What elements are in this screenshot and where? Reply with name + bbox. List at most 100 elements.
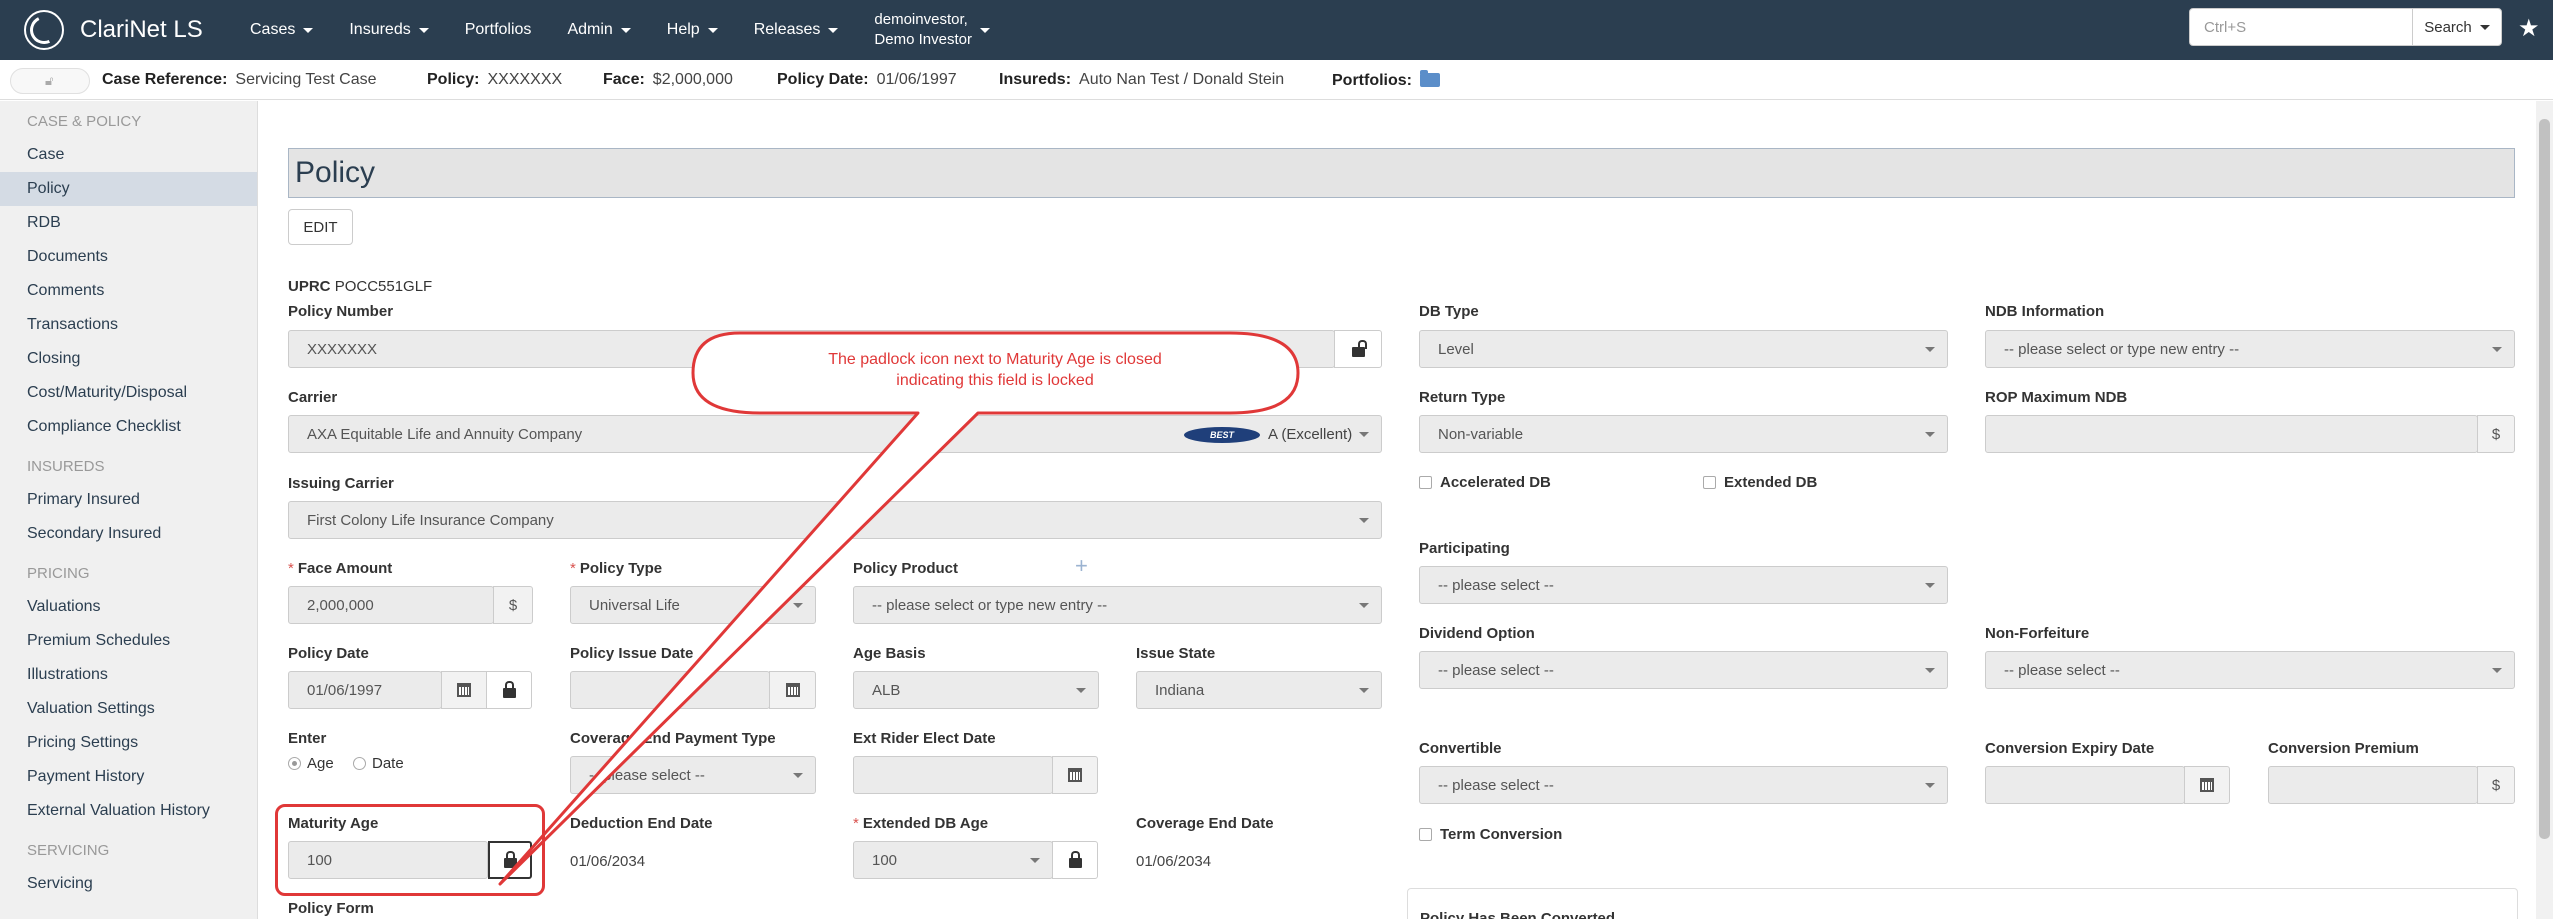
non-forfeiture-select[interactable]: -- please select --: [1985, 651, 2515, 689]
sidebar-item-transactions[interactable]: Transactions: [0, 308, 257, 342]
sidebar-item-premium-schedules[interactable]: Premium Schedules: [0, 624, 257, 658]
sidebar-item-closing[interactable]: Closing: [0, 342, 257, 376]
extended-db-age-select[interactable]: 100: [853, 841, 1053, 879]
policy-issue-date-calendar-button[interactable]: [769, 671, 816, 709]
search-button[interactable]: Search: [2412, 8, 2502, 46]
conversion-expiry-date-field[interactable]: [1985, 766, 2185, 804]
face-amount-field[interactable]: 2,000,000: [288, 586, 494, 624]
sidebar-item-secondary-insured[interactable]: Secondary Insured: [0, 517, 257, 551]
deduction-end-date-label: Deduction End Date: [570, 815, 713, 832]
rop-maximum-ndb-field[interactable]: [1985, 415, 2478, 453]
extended-db-age-label: * Extended DB Age: [853, 815, 989, 832]
sidebar-item-case[interactable]: Case: [0, 138, 257, 172]
case-face: Face: $2,000,000: [603, 71, 733, 88]
case-policy: Policy: XXXXXXX: [427, 71, 563, 88]
nav-portfolios[interactable]: Portfolios: [447, 0, 550, 60]
age-basis-select[interactable]: ALB: [853, 671, 1099, 709]
scroll-thumb[interactable]: [2539, 119, 2550, 839]
sidebar-item-primary-insured[interactable]: Primary Insured: [0, 483, 257, 517]
annotation-text: The padlock icon next to Maturity Age is…: [828, 351, 1162, 389]
unlock-icon: [1351, 340, 1367, 357]
star-icon[interactable]: ★: [2518, 14, 2540, 43]
folder-icon[interactable]: [1420, 70, 1440, 87]
sidebar-item-payment-history[interactable]: Payment History: [0, 760, 257, 794]
return-type-select[interactable]: Non-variable: [1419, 415, 1948, 453]
issue-state-label: Issue State: [1136, 645, 1216, 662]
sidebar-item-compliance-checklist[interactable]: Compliance Checklist: [0, 410, 257, 444]
page-scrollbar[interactable]: [2536, 101, 2553, 919]
sidebar-section-servicing: SERVICING: [27, 842, 110, 859]
calendar-icon: [2200, 778, 2214, 792]
accelerated-db-checkbox[interactable]: Accelerated DB: [1419, 474, 1551, 491]
caret-down-icon: [418, 27, 429, 33]
nav-cases[interactable]: Cases: [232, 0, 331, 60]
policy-number-lock-button[interactable]: [1334, 330, 1382, 368]
ndb-information-select[interactable]: -- please select or type new entry --: [1985, 330, 2515, 368]
caret-down-icon: [2479, 24, 2490, 30]
dividend-option-select[interactable]: -- please select --: [1419, 651, 1948, 689]
am-best-logo-icon: BEST: [1184, 426, 1260, 443]
ext-rider-elect-date-label: Ext Rider Elect Date: [853, 730, 996, 747]
policy-type-select[interactable]: Universal Life: [570, 586, 816, 624]
return-type-label: Return Type: [1419, 389, 1506, 406]
edit-button[interactable]: EDIT: [288, 209, 353, 245]
sidebar-item-pricing-settings[interactable]: Pricing Settings: [0, 726, 257, 760]
issue-state-select[interactable]: Indiana: [1136, 671, 1382, 709]
participating-select[interactable]: -- please select --: [1419, 566, 1948, 604]
sidebar-item-cost-maturity-disposal[interactable]: Cost/Maturity/Disposal: [0, 376, 257, 410]
face-amount-currency: $: [493, 586, 533, 624]
conversion-expiry-date-calendar-button[interactable]: [2184, 766, 2230, 804]
convertible-select[interactable]: -- please select --: [1419, 766, 1948, 804]
nav-help[interactable]: Help: [649, 0, 736, 60]
deduction-end-date-value: 01/06/2034: [570, 853, 646, 870]
sidebar-item-documents[interactable]: Documents: [0, 240, 257, 274]
nav-insureds[interactable]: Insureds: [331, 0, 446, 60]
case-insureds: Insureds: Auto Nan Test / Donald Stein: [999, 71, 1285, 88]
policy-date-calendar-button[interactable]: [441, 671, 487, 709]
clarinet-logo-icon: [24, 10, 64, 50]
non-forfeiture-label: Non-Forfeiture: [1985, 625, 2090, 642]
sidebar-item-comments[interactable]: Comments: [0, 274, 257, 308]
case-reference: Case Reference: Servicing Test Case: [102, 71, 377, 88]
lock-icon: [502, 681, 516, 698]
sidebar-item-policy[interactable]: Policy: [0, 172, 257, 206]
add-policy-product-icon[interactable]: +: [1075, 553, 1088, 579]
extended-db-age-lock-button[interactable]: [1052, 841, 1098, 879]
enter-date-radio[interactable]: Date: [353, 755, 404, 772]
db-type-label: DB Type: [1419, 303, 1479, 320]
ext-rider-elect-date-calendar-button[interactable]: [1052, 756, 1098, 794]
db-type-select[interactable]: Level: [1419, 330, 1948, 368]
sidebar-item-external-valuation-history[interactable]: External Valuation History: [0, 794, 257, 828]
policy-issue-date-field[interactable]: [570, 671, 770, 709]
enter-age-radio[interactable]: Age: [288, 755, 334, 772]
term-conversion-checkbox[interactable]: Term Conversion: [1419, 826, 1562, 843]
nav-menu: Cases Insureds Portfolios Admin Help Rel…: [232, 0, 1008, 60]
face-amount-label: * Face Amount: [288, 560, 393, 577]
caret-down-icon: [979, 27, 990, 33]
caret-down-icon: [828, 27, 839, 33]
case-portfolios: Portfolios:: [1332, 70, 1440, 90]
user-line-2: Demo Investor: [874, 31, 972, 48]
sidebar-item-servicing[interactable]: Servicing: [0, 867, 257, 901]
policy-product-label: Policy Product: [853, 560, 959, 577]
sidebar-item-illustrations[interactable]: Illustrations: [0, 658, 257, 692]
conversion-premium-field[interactable]: [2268, 766, 2478, 804]
policy-date-field[interactable]: 01/06/1997: [288, 671, 442, 709]
nav-releases[interactable]: Releases: [736, 0, 857, 60]
carrier-rating: BEST A (Excellent): [1184, 426, 1352, 443]
nav-admin[interactable]: Admin: [549, 0, 648, 60]
coverage-end-payment-type-select[interactable]: -- please select --: [570, 756, 816, 794]
ext-rider-elect-date-field[interactable]: [853, 756, 1053, 794]
extended-db-checkbox[interactable]: Extended DB: [1703, 474, 1817, 491]
sidebar-item-rdb[interactable]: RDB: [0, 206, 257, 240]
sidebar-item-valuation-settings[interactable]: Valuation Settings: [0, 692, 257, 726]
issuing-carrier-select[interactable]: First Colony Life Insurance Company: [288, 501, 1382, 539]
sidebar-section-case-policy: CASE & POLICY: [27, 113, 142, 130]
sidebar-item-valuations[interactable]: Valuations: [0, 590, 257, 624]
user-menu[interactable]: demoinvestor, Demo Investor: [856, 10, 1008, 50]
policy-date-lock-button[interactable]: [486, 671, 532, 709]
case-lock-toggle[interactable]: 🔓︎: [10, 68, 90, 94]
search-input[interactable]: [2189, 8, 2413, 46]
brand[interactable]: ClariNet LS: [0, 0, 232, 60]
policy-product-select[interactable]: -- please select or type new entry --: [853, 586, 1382, 624]
